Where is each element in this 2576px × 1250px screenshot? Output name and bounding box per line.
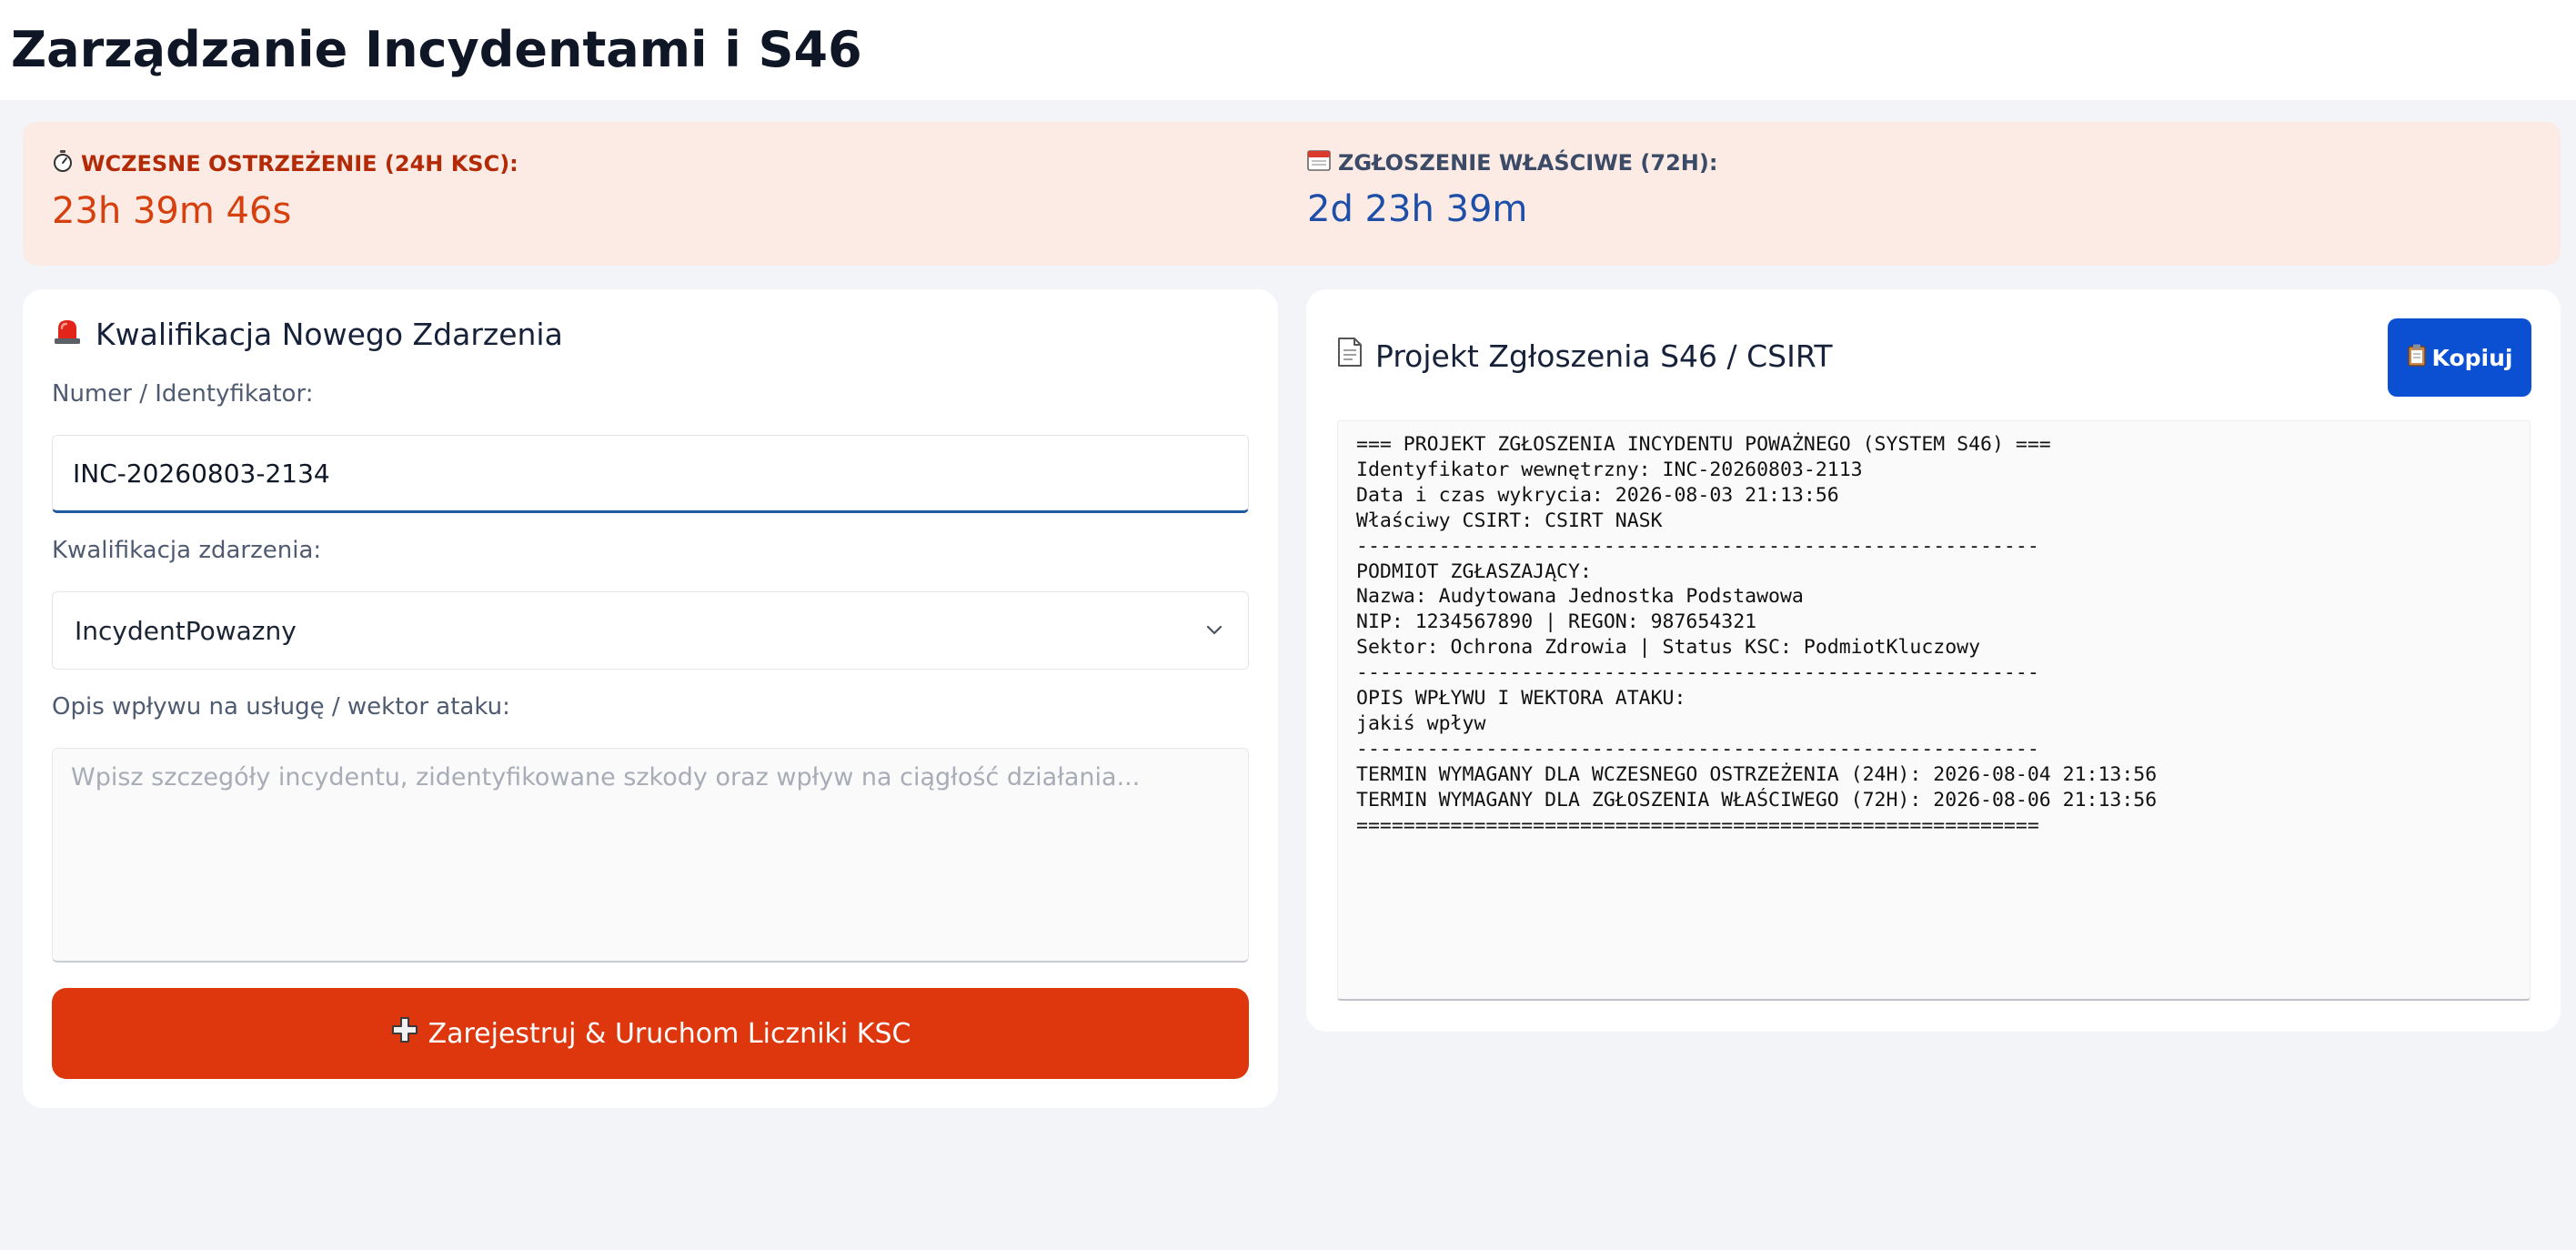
report-title: Projekt Zgłoszenia S46 / CSIRT — [1337, 337, 1833, 375]
description-textarea[interactable] — [52, 748, 1249, 963]
identifier-label: Numer / Identyfikator: — [52, 380, 314, 408]
report-card: Projekt Zgłoszenia S46 / CSIRT Kopiuj ==… — [1306, 289, 2561, 1032]
document-icon — [1337, 337, 1363, 375]
qualification-card: Kwalifikacja Nowego Zdarzenia Numer / Id… — [23, 289, 1278, 1108]
top-bar: Zarządzanie Incydentami i S46 — [0, 0, 2576, 100]
clipboard-icon — [2407, 343, 2427, 372]
report-preview[interactable]: === PROJEKT ZGŁOSZENIA INCYDENTU POWAŻNE… — [1337, 420, 2531, 1001]
copy-button[interactable]: Kopiuj — [2388, 318, 2531, 397]
stopwatch-icon — [52, 149, 74, 178]
qualification-title: Kwalifikacja Nowego Zdarzenia — [52, 317, 563, 352]
classification-select[interactable]: IncydentPowazny — [52, 591, 1249, 670]
plus-icon — [390, 1015, 419, 1052]
proper-report-timer: 2d 23h 39m — [1307, 188, 1528, 230]
chevron-down-icon — [1202, 619, 1226, 642]
siren-icon — [52, 317, 83, 352]
early-warning-countdown: WCZESNE OSTRZEŻENIE (24H KSC): 23h 39m 4… — [52, 149, 518, 233]
page-title: Zarządzanie Incydentami i S46 — [11, 21, 862, 78]
report-title-text: Projekt Zgłoszenia S46 / CSIRT — [1375, 338, 1833, 374]
calendar-icon — [1307, 149, 1331, 176]
proper-report-countdown: ZGŁOSZENIE WŁAŚCIWE (72H): 2d 23h 39m — [1307, 149, 1717, 231]
classification-selected-value: IncydentPowazny — [75, 615, 297, 646]
classification-label: Kwalifikacja zdarzenia: — [52, 537, 322, 564]
early-warning-timer: 23h 39m 46s — [52, 190, 292, 232]
copy-button-label: Kopiuj — [2431, 344, 2513, 371]
description-label: Opis wpływu na usługę / wektor ataku: — [52, 693, 510, 721]
report-text: === PROJEKT ZGŁOSZENIA INCYDENTU POWAŻNE… — [1356, 433, 2158, 837]
qualification-title-text: Kwalifikacja Nowego Zdarzenia — [96, 317, 563, 352]
deadline-banner: WCZESNE OSTRZEŻENIE (24H KSC): 23h 39m 4… — [23, 122, 2561, 266]
early-warning-label: WCZESNE OSTRZEŻENIE (24H KSC): — [81, 151, 518, 176]
register-and-start-counters-button[interactable]: Zarejestruj & Uruchom Liczniki KSC — [52, 988, 1249, 1079]
proper-report-label: ZGŁOSZENIE WŁAŚCIWE (72H): — [1338, 150, 1718, 176]
identifier-input[interactable] — [52, 435, 1249, 513]
register-button-label: Zarejestruj & Uruchom Liczniki KSC — [428, 1017, 911, 1050]
